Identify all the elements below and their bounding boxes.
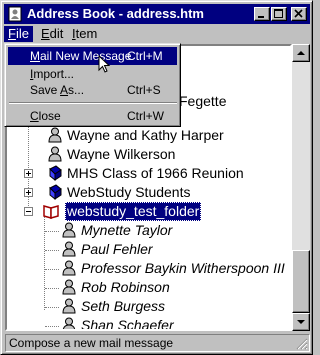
person-icon <box>62 279 76 295</box>
tree-line <box>44 210 45 310</box>
contact-label: Wayne Wilkerson <box>67 146 176 162</box>
collapse-toggle[interactable] <box>24 207 33 216</box>
menu-item[interactable]: Item <box>68 26 101 42</box>
title-bar[interactable]: Address Book - address.htm <box>4 4 310 24</box>
menu-separator <box>9 102 177 104</box>
person-icon <box>62 298 76 314</box>
menu-save-as[interactable]: Save As... Ctrl+S <box>8 81 177 99</box>
arrow-up-icon <box>297 51 305 55</box>
tree-line <box>45 269 59 270</box>
contact-label: Paul Fehler <box>81 241 153 257</box>
menu-bar: File Edit Item <box>4 25 310 43</box>
menu-close[interactable]: Close Ctrl+W <box>8 107 177 125</box>
scroll-up-button[interactable] <box>292 44 310 62</box>
minimize-button[interactable] <box>254 7 270 21</box>
status-text: Compose a new mail message <box>9 336 174 350</box>
folder-label: webstudy_test_folder <box>65 202 202 221</box>
book-icon <box>49 184 62 200</box>
arrow-down-icon <box>297 320 305 324</box>
folder-label: WebStudy Students <box>67 184 191 200</box>
tree-line <box>45 231 59 232</box>
tree-line <box>45 250 59 251</box>
person-icon <box>62 241 76 257</box>
close-button[interactable] <box>291 7 307 21</box>
minimize-icon <box>258 16 264 18</box>
expand-toggle[interactable] <box>24 188 33 197</box>
contact-label: Seth Burgess <box>81 298 166 314</box>
maximize-icon <box>274 9 283 18</box>
tree-line <box>45 288 59 289</box>
status-bar: Compose a new mail message <box>5 334 310 352</box>
menu-file[interactable]: File <box>4 26 33 42</box>
menu-edit[interactable]: Edit <box>37 26 67 42</box>
contact-label: Mynette Taylor <box>81 222 173 238</box>
vertical-scrollbar[interactable] <box>292 44 310 331</box>
menu-mail-new-message[interactable]: Mail New Message Ctrl+M <box>8 47 177 65</box>
file-menu-dropdown: Mail New Message Ctrl+M Import... Save A… <box>4 43 181 127</box>
open-book-icon <box>43 205 59 219</box>
person-icon <box>48 146 62 162</box>
shortcut-label: Ctrl+M <box>127 49 163 63</box>
window-title: Address Book - address.htm <box>27 6 204 21</box>
size-grip-icon[interactable] <box>296 338 308 350</box>
mouse-cursor-icon <box>98 55 111 73</box>
expand-toggle[interactable] <box>24 169 33 178</box>
tree-line <box>45 307 59 308</box>
scroll-thumb[interactable] <box>292 250 310 313</box>
maximize-button[interactable] <box>271 7 287 21</box>
person-icon <box>48 127 62 143</box>
address-book-window: Address Book - address.htm File Edit Ite… <box>0 0 313 355</box>
shortcut-label: Ctrl+S <box>127 83 161 97</box>
contact-label: Wayne and Kathy Harper <box>67 127 224 143</box>
person-icon <box>62 222 76 238</box>
shortcut-label: Ctrl+W <box>127 109 164 123</box>
folder-label: MHS Class of 1966 Reunion <box>67 165 244 181</box>
contact-label: Shan Schaefer <box>81 317 174 331</box>
scroll-down-button[interactable] <box>292 313 310 331</box>
address-book-icon <box>8 6 22 22</box>
person-icon <box>62 317 76 329</box>
contact-label: Professor Baykin Witherspoon III <box>81 260 285 276</box>
close-icon <box>294 9 303 18</box>
book-icon <box>49 165 62 181</box>
partial-contact-label: Fegette <box>179 93 227 109</box>
person-icon <box>62 260 76 276</box>
tree-line <box>45 326 59 327</box>
contact-label: Rob Robinson <box>81 279 170 295</box>
